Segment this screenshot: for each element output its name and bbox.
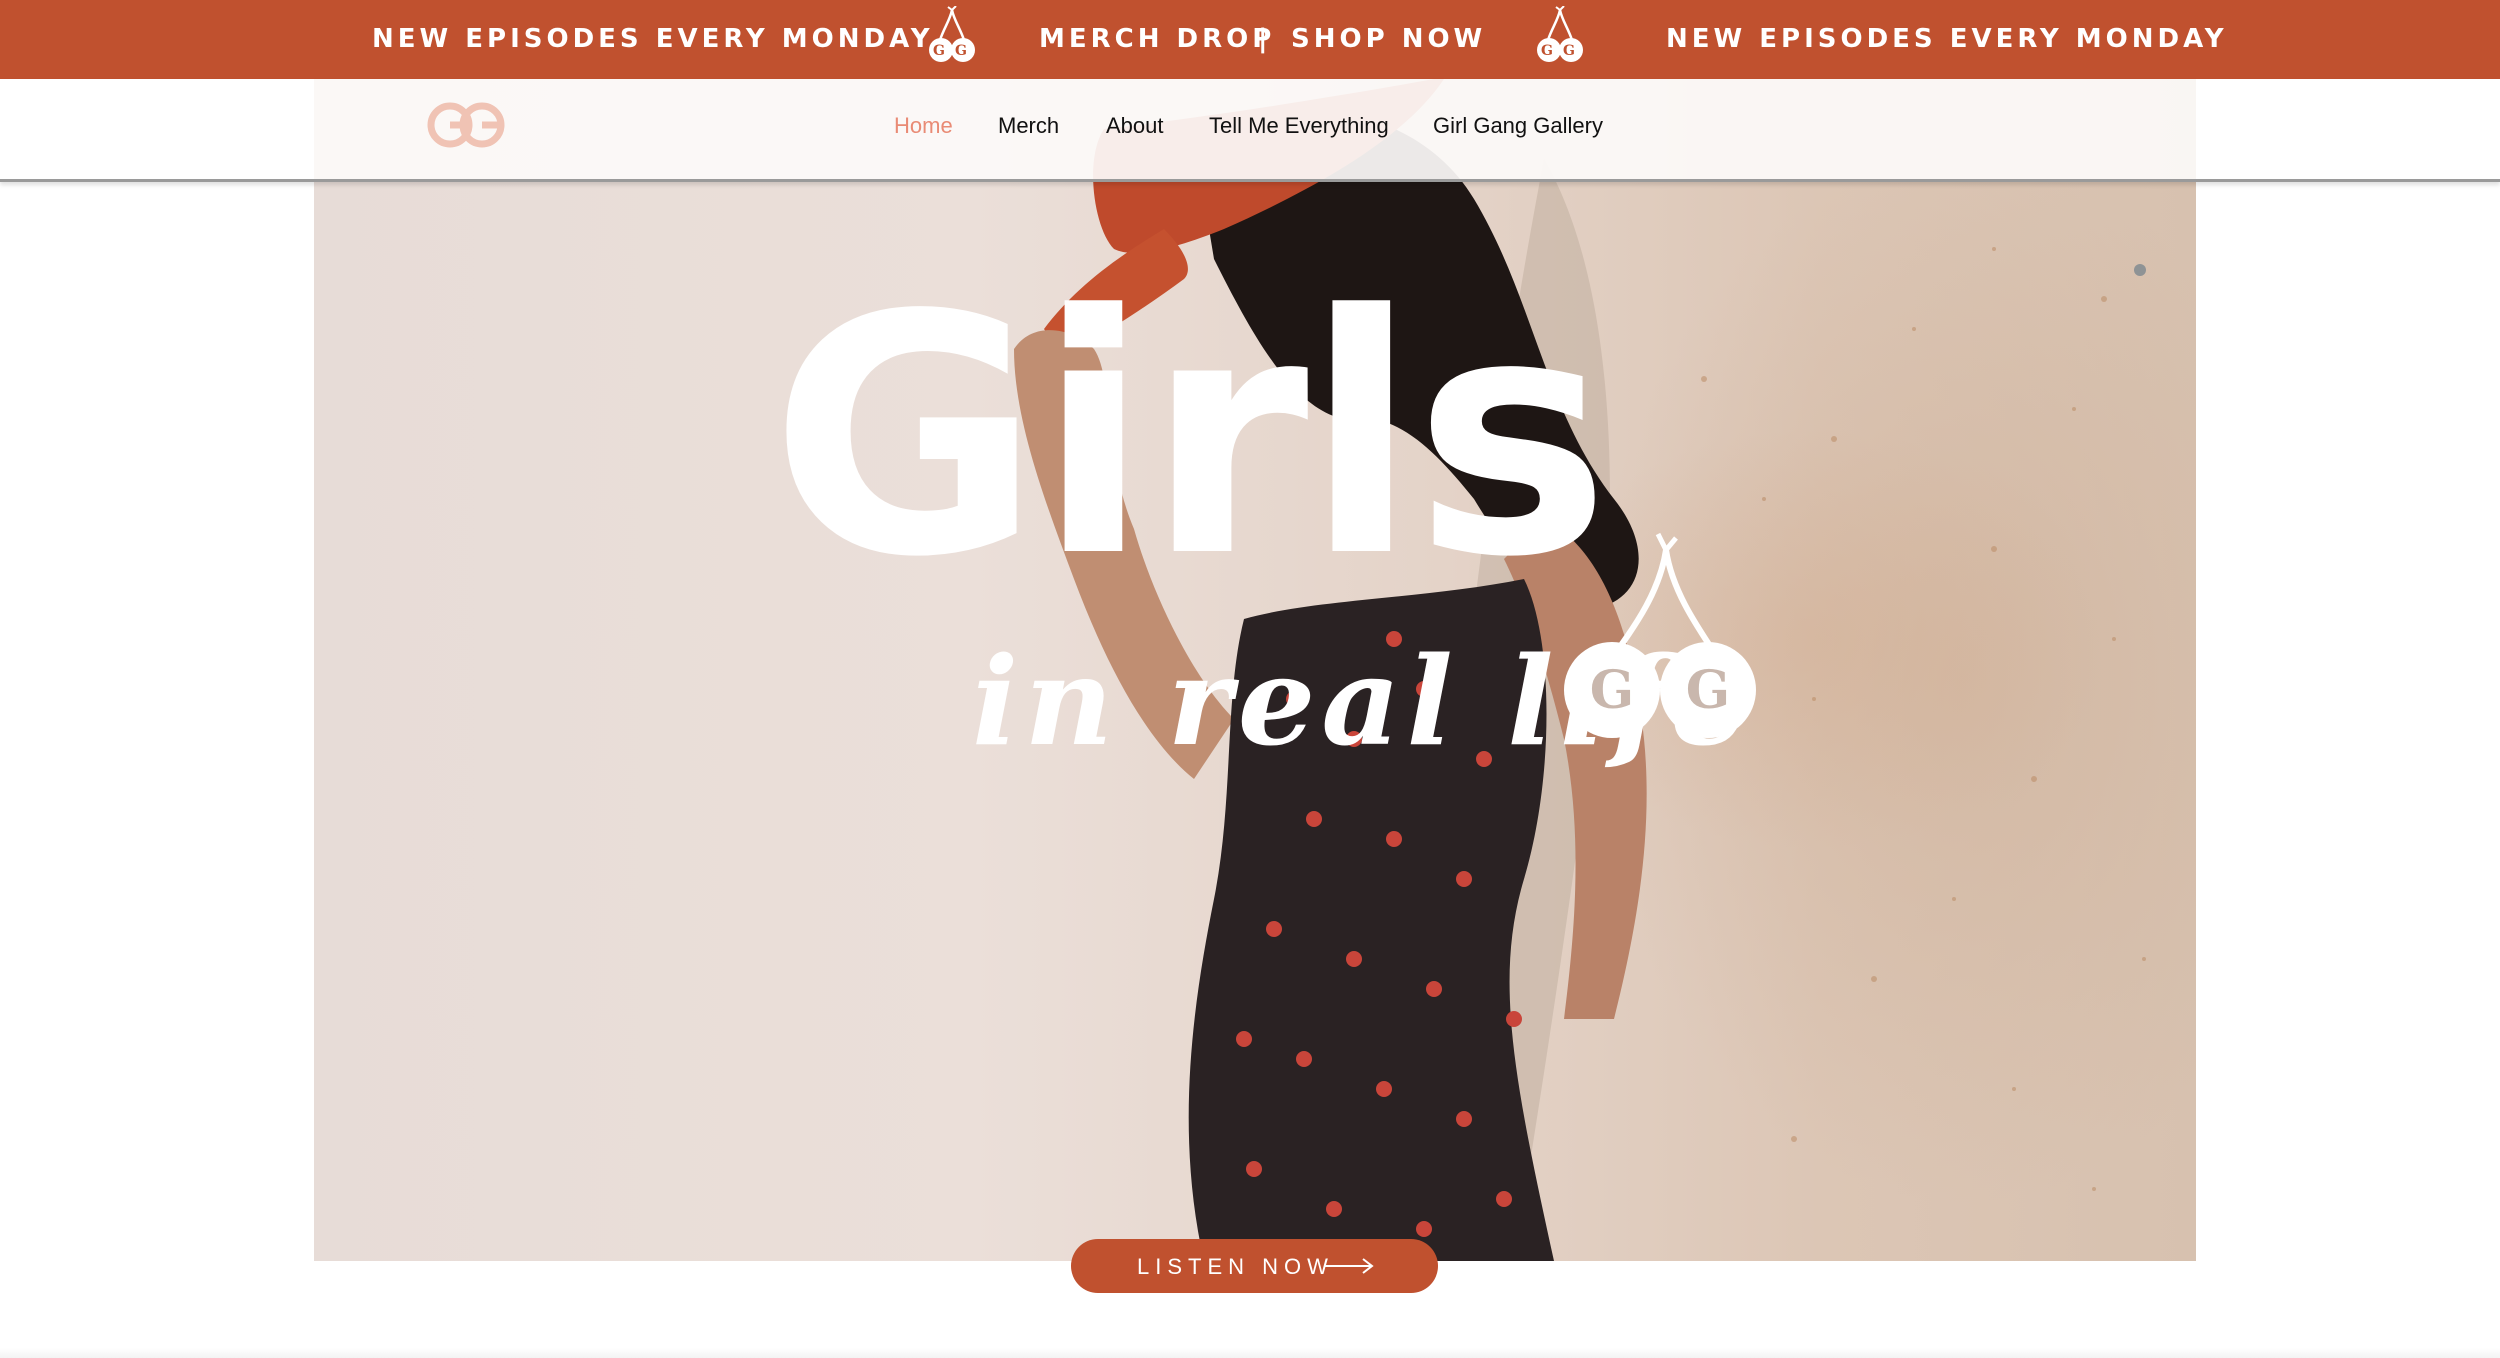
nav-item-tell-me-everything[interactable]: Tell Me Everything: [1209, 113, 1389, 139]
cherry-logo-letter: G: [1590, 660, 1634, 721]
hero-cherry-logo-icon: G G: [1564, 532, 1756, 738]
listen-now-label: LISTEN NOW: [1137, 1254, 1334, 1279]
svg-text:G: G: [1563, 43, 1579, 59]
site-header: Home Merch About Tell Me Everything Girl…: [0, 79, 2500, 182]
banner-text-new-episodes: NEW EPISODES EVERY MONDAY: [372, 24, 934, 54]
banner-text-new-episodes-right: NEW EPISODES EVERY MONDAY: [1666, 24, 2228, 54]
svg-text:G: G: [1541, 43, 1557, 59]
svg-text:G: G: [933, 43, 949, 59]
promo-banner: NEW EPISODES EVERY MONDAY G G MERCH DROP…: [0, 0, 2500, 79]
arrow-right-icon: [1325, 1258, 1374, 1274]
banner-merch-drop-link[interactable]: MERCH DROP: [1039, 24, 1275, 54]
nav-item-about[interactable]: About: [1106, 113, 1164, 139]
cherry-gg-icon: G G: [929, 6, 975, 62]
listen-now-button[interactable]: LISTEN NOW: [1071, 1239, 1438, 1293]
banner-separator: |: [1258, 24, 1272, 54]
gg-logo[interactable]: [420, 101, 512, 149]
cherry-gg-icon: G G: [1537, 6, 1583, 62]
nav-item-home[interactable]: Home: [894, 113, 953, 139]
page-bottom-edge: [0, 1348, 2500, 1358]
nav-item-girl-gang-gallery[interactable]: Girl Gang Gallery: [1433, 113, 1603, 139]
nav-item-merch[interactable]: Merch: [998, 113, 1059, 139]
svg-text:G: G: [955, 43, 971, 59]
hero-title: Girls: [770, 245, 1610, 629]
banner-shop-now-link[interactable]: SHOP NOW: [1291, 24, 1486, 54]
cherry-logo-letter: G: [1686, 660, 1730, 721]
